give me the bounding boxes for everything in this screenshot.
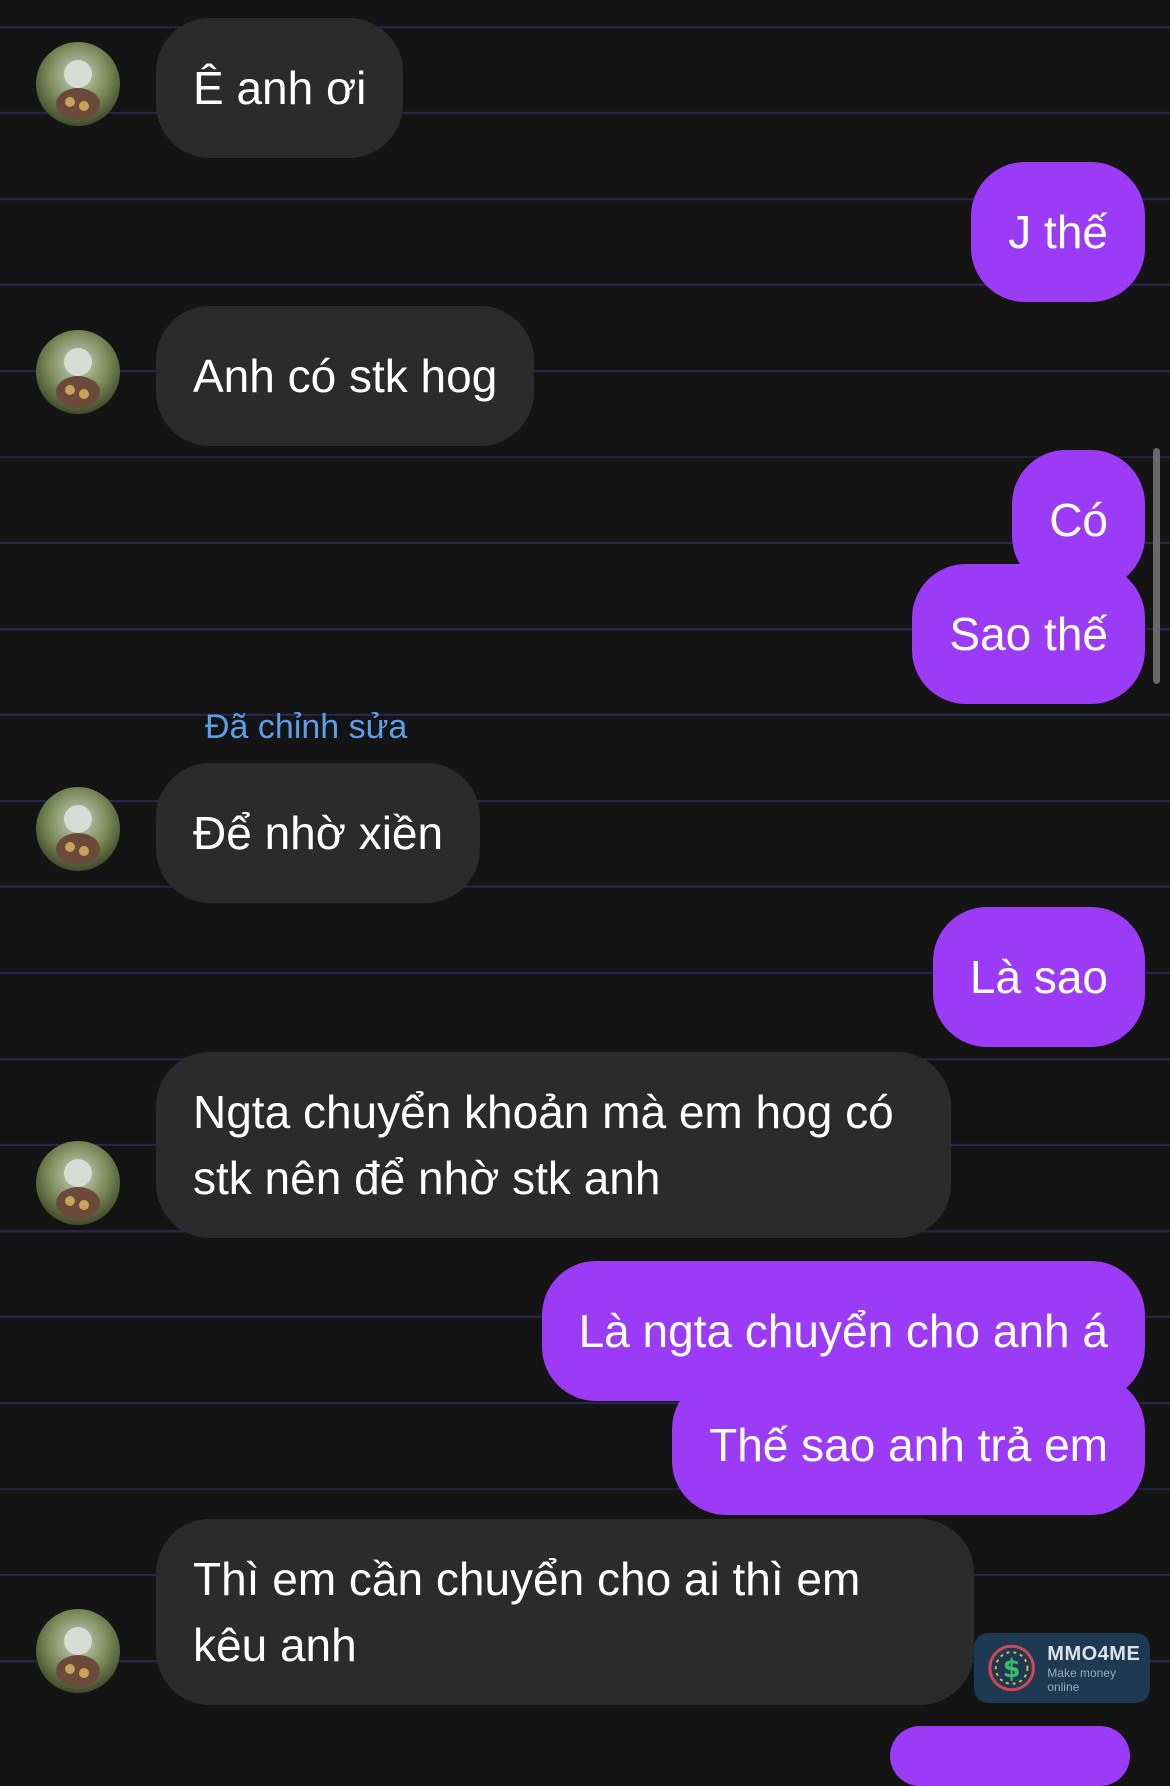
incoming-message-bubble[interactable]: Ngta chuyển khoản mà em hog có stk nên đ… <box>156 1052 951 1238</box>
incoming-message-bubble[interactable]: Để nhờ xiền <box>156 763 481 903</box>
dollar-coin-icon: $ <box>988 1644 1035 1692</box>
contact-avatar[interactable] <box>36 330 120 414</box>
outgoing-message-bubble-partial[interactable] <box>890 1726 1130 1786</box>
svg-text:$: $ <box>1003 1654 1021 1684</box>
watermark-name: MMO4ME <box>1047 1642 1141 1665</box>
contact-avatar[interactable] <box>36 787 120 871</box>
outgoing-message-bubble[interactable]: Là sao <box>932 907 1145 1047</box>
outgoing-message-bubble[interactable]: Thế sao anh trả em <box>672 1375 1145 1515</box>
chat-thread[interactable]: Ê anh ơi J thế Anh có stk hog Có Sao thế… <box>0 0 1170 1786</box>
watermark-tagline: Make money online <box>1047 1665 1116 1694</box>
outgoing-message-bubble[interactable]: J thế <box>971 162 1145 302</box>
scrollbar[interactable] <box>1153 448 1160 684</box>
outgoing-message-bubble[interactable]: Sao thế <box>912 564 1145 704</box>
contact-avatar[interactable] <box>36 42 120 126</box>
watermark-logo: $ MMO4ME Make money online <box>974 1633 1150 1703</box>
contact-avatar[interactable] <box>36 1141 120 1225</box>
incoming-message-bubble[interactable]: Ê anh ơi <box>156 18 404 158</box>
edited-label: Đã chỉnh sửa <box>205 708 408 746</box>
contact-avatar[interactable] <box>36 1609 120 1693</box>
incoming-message-bubble[interactable]: Thì em cần chuyển cho ai thì em kêu anh <box>156 1519 974 1705</box>
incoming-message-bubble[interactable]: Anh có stk hog <box>156 306 535 446</box>
